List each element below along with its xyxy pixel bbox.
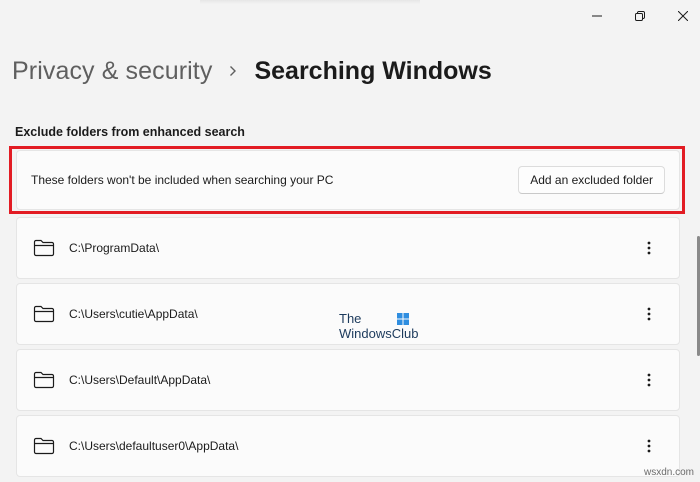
maximize-button[interactable]: [618, 4, 662, 28]
title-bar-shadow: [200, 0, 420, 4]
folder-path: C:\Users\cutie\AppData\: [69, 307, 198, 321]
folder-row: C:\Users\Default\AppData\: [16, 349, 680, 411]
more-vertical-icon: [647, 373, 651, 387]
folder-row: C:\Users\defaultuser0\AppData\: [16, 415, 680, 477]
folder-icon: [33, 437, 55, 455]
more-options-button[interactable]: [639, 436, 659, 456]
watermark: The WindowsClub: [339, 311, 429, 343]
watermark-logo-icon: [397, 312, 409, 325]
breadcrumb-parent-link[interactable]: Privacy & security: [12, 57, 212, 86]
folder-icon: [33, 305, 55, 323]
chevron-right-icon: [212, 65, 254, 77]
watermark-line1: The: [339, 311, 362, 326]
highlight-annotation: [9, 146, 685, 214]
section-heading: Exclude folders from enhanced search: [15, 125, 245, 139]
minimize-icon: [592, 15, 602, 17]
folder-path: C:\Users\Default\AppData\: [69, 373, 211, 387]
breadcrumb: Privacy & security Searching Windows: [12, 54, 492, 88]
more-vertical-icon: [647, 241, 651, 255]
page-title: Searching Windows: [254, 56, 492, 85]
folder-icon: [33, 371, 55, 389]
more-options-button[interactable]: [639, 304, 659, 324]
folder-icon: [33, 239, 55, 257]
restore-icon: [635, 11, 645, 21]
close-icon: [678, 11, 688, 21]
folder-path: C:\Users\defaultuser0\AppData\: [69, 439, 239, 453]
site-watermark: wsxdn.com: [643, 467, 694, 478]
folder-row: C:\ProgramData\: [16, 217, 680, 279]
minimize-button[interactable]: [575, 4, 619, 28]
more-options-button[interactable]: [639, 370, 659, 390]
more-vertical-icon: [647, 307, 651, 321]
watermark-line2: WindowsClub: [339, 326, 419, 341]
close-button[interactable]: [661, 4, 700, 28]
title-bar: [0, 0, 700, 32]
more-vertical-icon: [647, 439, 651, 453]
folder-path: C:\ProgramData\: [69, 241, 160, 255]
more-options-button[interactable]: [639, 238, 659, 258]
